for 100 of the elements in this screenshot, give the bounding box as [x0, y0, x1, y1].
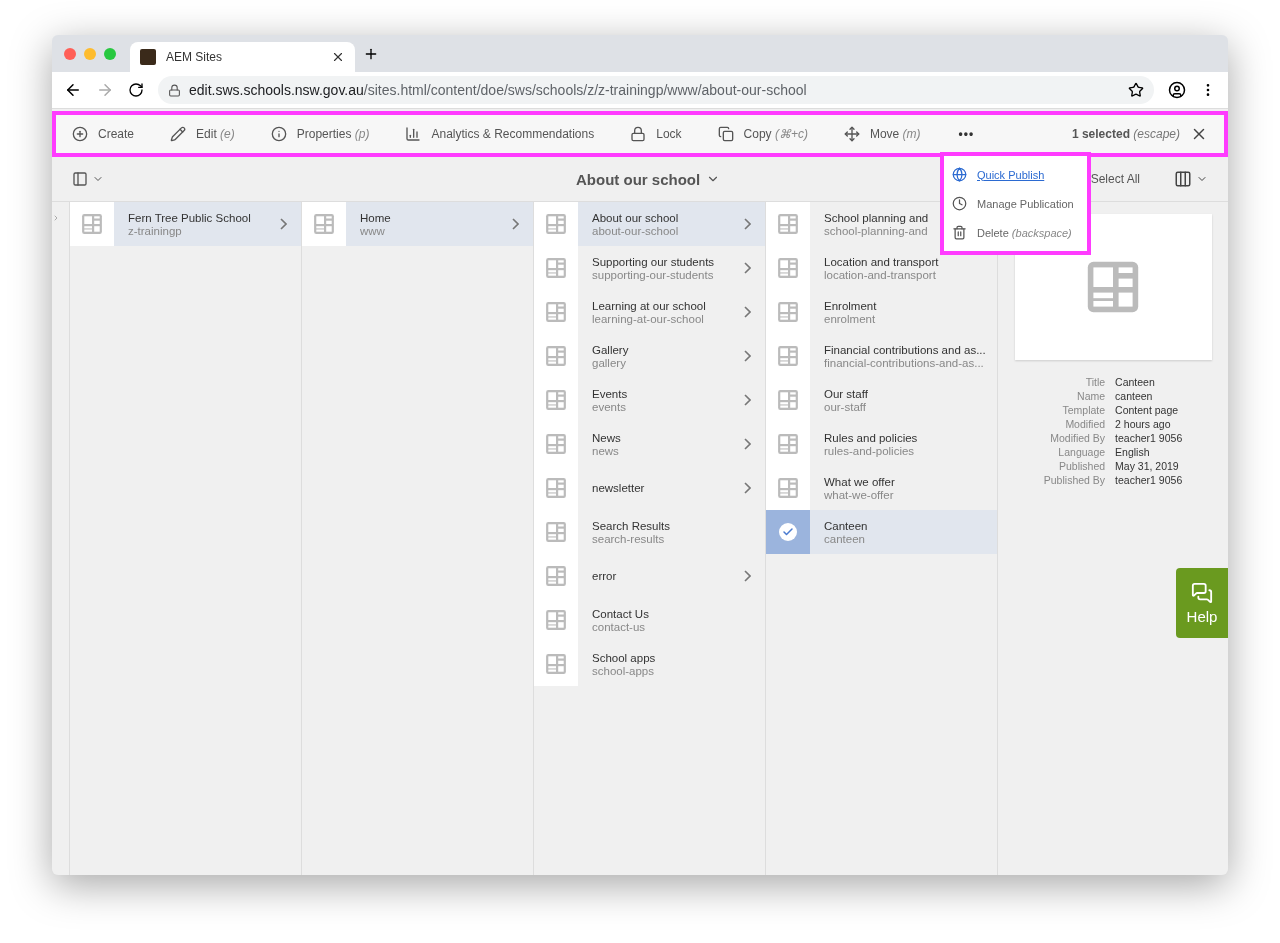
chevron-icon [52, 214, 60, 222]
page-icon [545, 565, 567, 587]
property-label: Modified [1064, 418, 1106, 430]
page-row[interactable]: Location and transport location-and-transport [766, 246, 997, 290]
property-label: Title [1084, 376, 1106, 388]
page-icon [545, 609, 567, 631]
page-icon [81, 213, 103, 235]
page-name: rules-and-policies [824, 444, 915, 457]
page-name: www [360, 224, 385, 237]
page-row[interactable]: What we offer what-we-offer [766, 466, 997, 510]
page-name: canteen [824, 532, 865, 545]
reload-icon[interactable] [128, 82, 144, 98]
page-row[interactable]: Enrolment enrolment [766, 290, 997, 334]
favicon-icon [140, 49, 156, 65]
browser-tab[interactable]: AEM Sites [130, 42, 355, 72]
page-icon [545, 213, 567, 235]
page-name: school-planning-and [824, 224, 928, 237]
property-label: Template [1061, 404, 1106, 416]
plus-icon [72, 126, 88, 142]
move-icon [843, 126, 860, 142]
page-row[interactable]: Gallery gallery [534, 334, 765, 378]
page-row[interactable]: Search Results search-results [534, 510, 765, 554]
back-icon[interactable] [64, 81, 82, 99]
maximize-window-control[interactable] [104, 47, 116, 60]
page-name: financial-contributions-and-as... [824, 356, 984, 369]
close-window-control[interactable] [64, 47, 76, 60]
page-title: Learning at our school [592, 299, 706, 312]
address-field[interactable]: edit.sws.schools.nsw.gov.au/sites.html/content/doe/sws/schools/z/z-trainingp/www/about-our-school [158, 76, 1154, 104]
minimize-window-control[interactable] [84, 47, 96, 60]
page-thumbnail[interactable] [534, 642, 578, 686]
page-row[interactable]: Events events [534, 378, 765, 422]
page-name: gallery [592, 356, 626, 369]
view-title-button[interactable]: About our school [570, 169, 727, 189]
page-row[interactable]: Contact Us contact-us [534, 598, 765, 642]
page-title: Financial contributions and as... [824, 343, 986, 356]
page-name: z-trainingp [128, 224, 182, 237]
close-icon [331, 50, 345, 64]
page-title: Supporting our students [592, 255, 715, 268]
page-name: enrolment [824, 312, 876, 325]
page-icon [545, 345, 567, 367]
page-icon [777, 477, 799, 499]
page-title: Contact Us [592, 607, 649, 620]
page-title: Events [592, 387, 628, 400]
page-name: search-results [592, 532, 665, 545]
page-row[interactable]: Canteen canteen [766, 510, 997, 554]
page-row[interactable]: Supporting our students supporting-our-students [534, 246, 765, 290]
page-row[interactable]: error [534, 554, 765, 598]
toolbar-button[interactable]: Move (m) [839, 126, 925, 142]
page-row[interactable]: School apps school-apps [534, 642, 765, 686]
page-thumbnail[interactable] [534, 202, 578, 246]
property-label: Published [1057, 460, 1106, 472]
menu-item[interactable]: Manage Publication [944, 189, 1087, 218]
globe-icon [952, 167, 967, 182]
toolbar-button[interactable]: Lock [626, 126, 686, 142]
page-icon [777, 345, 799, 367]
forward-icon[interactable] [96, 81, 114, 99]
columns-icon [1174, 170, 1192, 188]
toolbar-button[interactable]: Properties (p) [266, 126, 374, 142]
page-title: Fern Tree Public School [128, 211, 251, 224]
toolbar-button[interactable]: Analytics & Recommendations [401, 126, 599, 142]
more-button[interactable]: ••• [952, 126, 981, 142]
page-row[interactable]: Rules and policies rules-and-policies [766, 422, 997, 466]
page-thumbnail[interactable] [766, 466, 810, 510]
lock-icon [168, 83, 181, 97]
star-icon [1128, 82, 1144, 98]
page-icon [777, 433, 799, 455]
profile-icon[interactable] [1168, 81, 1186, 99]
page-name: our-staff [824, 400, 866, 413]
selection-count: 1 selected (escape) [1071, 127, 1180, 141]
trash-icon [952, 225, 967, 240]
page-icon [1085, 259, 1141, 315]
toolbar-button[interactable]: Edit (e) [166, 126, 239, 142]
page-thumbnail[interactable] [766, 202, 810, 246]
page-row[interactable]: Home www [302, 202, 533, 246]
page-thumbnail[interactable] [70, 202, 114, 246]
page-row[interactable]: Fern Tree Public School z-trainingp [70, 202, 301, 246]
menu-item[interactable]: Quick Publish [944, 160, 1087, 189]
toolbar-button[interactable]: Copy (⌘+c) [713, 126, 812, 142]
page-icon [777, 389, 799, 411]
page-row[interactable]: News news [534, 422, 765, 466]
page-row[interactable]: Learning at our school learning-at-our-school [534, 290, 765, 334]
property-value: canteen [1115, 390, 1154, 402]
menu-item[interactable]: Delete (backspace) [944, 218, 1087, 247]
page-thumbnail[interactable] [766, 510, 810, 554]
page-row[interactable]: newsletter [534, 466, 765, 510]
page-row[interactable]: Financial contributions and as... financial-contributions-and-as... [766, 334, 997, 378]
page-thumbnail[interactable] [302, 202, 346, 246]
page-icon [545, 433, 567, 455]
property-value: 2 hours ago [1115, 418, 1172, 430]
page-title: Search Results [592, 519, 670, 532]
page-row[interactable]: About our school about-our-school [534, 202, 765, 246]
copy-icon [717, 126, 734, 142]
page-title: Rules and policies [824, 431, 918, 444]
property-value: Content page [1115, 404, 1180, 416]
page-icon [545, 389, 567, 411]
toolbar-button[interactable]: Create [68, 126, 139, 142]
page-name: supporting-our-students [592, 268, 714, 281]
page-row[interactable]: Our staff our-staff [766, 378, 997, 422]
panel-icon [72, 171, 88, 187]
page-name: location-and-transport [824, 268, 936, 281]
